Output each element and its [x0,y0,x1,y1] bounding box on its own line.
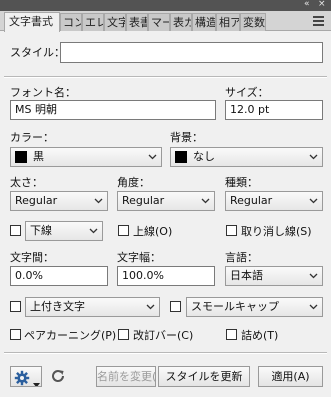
letter-spacing-label: 文字間： [10,251,54,264]
char-width-label: 文字幅： [117,251,161,264]
smallcaps-dropdown[interactable]: スモールキャップ [186,297,323,317]
underline-dropdown[interactable]: 下線 [25,221,103,241]
chevron-down-icon [148,152,157,161]
chevron-down-icon [146,302,155,311]
tsume-checkbox[interactable] [226,329,237,340]
tab-3[interactable]: エレ [82,13,104,31]
chevron-down-icon [309,196,318,205]
settings-menu-button[interactable] [10,366,42,387]
style-label: スタイル： [10,46,65,59]
gear-icon [14,370,30,386]
letter-spacing-input[interactable]: 0.0% [10,266,108,286]
size-label: サイズ： [225,86,269,99]
font-name-label: フォント名： [10,86,76,99]
chevron-down-icon [309,271,318,280]
underline-checkbox[interactable] [10,225,21,236]
tab-7[interactable]: 表ガ [170,13,192,31]
tab-9[interactable]: 相ア [216,13,240,31]
panel-menu-icon[interactable] [312,14,326,28]
overline-label[interactable]: 上線(O) [133,225,172,238]
kind-value: Regular [230,194,273,207]
angle-label: 角度： [117,176,150,189]
chevron-down-icon [89,226,98,235]
tab-8[interactable]: 構造 [192,13,216,31]
style-input[interactable] [60,42,323,63]
language-value: 日本語 [230,269,263,282]
superscript-checkbox[interactable] [10,301,21,312]
strikethrough-checkbox[interactable] [226,225,237,236]
tsume-label[interactable]: 詰め(T) [241,329,278,342]
underline-value: 下線 [30,224,52,237]
char-width-input[interactable]: 100.0% [117,266,215,286]
tab-2[interactable]: コン [60,13,82,31]
language-label: 言語： [225,251,258,264]
tab-6[interactable]: マー [148,13,170,31]
superscript-value: 上付き文字 [30,300,85,313]
apply-button[interactable]: 適用(A) [258,366,323,387]
collapse-icon[interactable]: « [304,0,310,10]
smallcaps-checkbox[interactable] [170,301,181,312]
pair-kerning-label[interactable]: ペアカーニング(P) [24,329,116,342]
tab-10[interactable]: 変数 [240,13,266,31]
superscript-dropdown[interactable]: 上付き文字 [25,297,160,317]
font-name-input[interactable]: MS 明朝 [10,100,216,120]
rename-style-button[interactable]: 名前を変更( [96,366,156,387]
chevron-down-icon [201,196,210,205]
divider [4,352,327,354]
tab-5[interactable]: 表書 [126,13,148,31]
close-icon[interactable]: × [318,0,326,10]
background-value: なし [193,150,215,163]
color-dropdown[interactable]: 黒 [10,147,162,167]
chevron-down-icon [309,302,318,311]
background-label: 背景： [170,131,203,144]
chevron-down-icon [309,152,318,161]
color-label: カラー： [10,131,54,144]
weight-label: 太さ： [10,176,43,189]
change-bar-label[interactable]: 改訂バー(C) [133,329,193,342]
strikethrough-label[interactable]: 取り消し線(S) [241,225,312,238]
kind-dropdown[interactable]: Regular [225,191,323,211]
tab-4[interactable]: 文字 [104,13,126,31]
pair-kerning-checkbox[interactable] [10,329,21,340]
background-swatch [175,151,187,163]
weight-value: Regular [15,194,58,207]
refresh-icon[interactable] [50,368,66,384]
background-dropdown[interactable]: なし [170,147,323,167]
panel-titlebar: « × [0,0,331,11]
size-input[interactable]: 12.0 pt [225,100,323,120]
chevron-down-icon [94,196,103,205]
tab-bar: 文字書式 コン エレ 文字 表書 マー 表ガ 構造 相ア 変数 [0,11,331,32]
caret-down-icon [33,375,40,386]
language-dropdown[interactable]: 日本語 [225,266,323,286]
weight-dropdown[interactable]: Regular [10,191,108,211]
update-style-button[interactable]: スタイルを更新 [158,366,250,387]
divider [4,76,327,78]
angle-dropdown[interactable]: Regular [117,191,215,211]
angle-value: Regular [122,194,165,207]
smallcaps-value: スモールキャップ [191,300,279,313]
color-value: 黒 [33,150,44,163]
change-bar-checkbox[interactable] [118,329,129,340]
color-swatch [15,151,27,163]
kind-label: 種類： [225,176,258,189]
tab-character-format[interactable]: 文字書式 [4,12,60,32]
overline-checkbox[interactable] [118,225,129,236]
